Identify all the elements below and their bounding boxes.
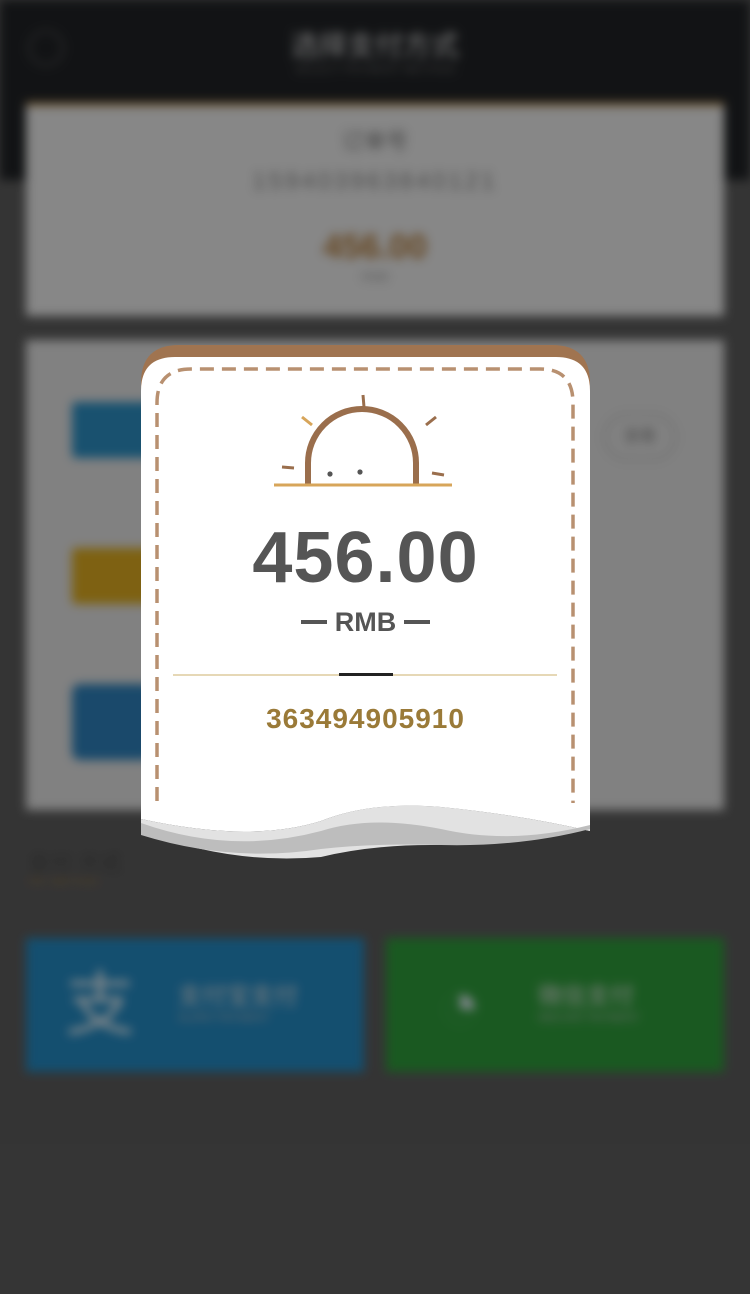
currency-row: RMB bbox=[141, 605, 590, 639]
sunrise-icon bbox=[274, 394, 452, 487]
payment-receipt-popup: 456.00 RMB 363494905910 bbox=[141, 345, 590, 865]
payment-amount: 456.00 bbox=[252, 518, 479, 598]
currency-label: RMB bbox=[334, 606, 397, 637]
dash-decoration bbox=[404, 620, 431, 624]
divider-accent bbox=[339, 673, 393, 676]
dash-decoration bbox=[300, 620, 327, 624]
receipt-code: 363494905910 bbox=[266, 703, 465, 734]
